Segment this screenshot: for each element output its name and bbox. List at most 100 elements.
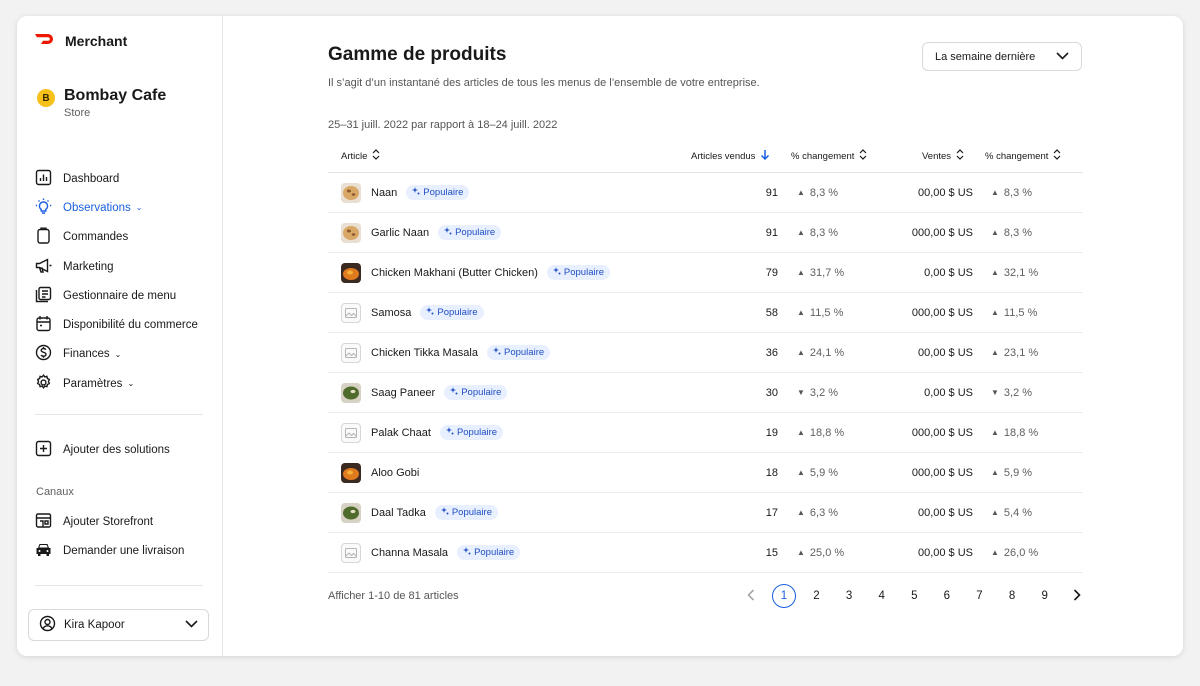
change-value: 6,3 % [809, 506, 839, 519]
sparkle-icon [552, 267, 561, 278]
change-value: 8,3 % [809, 226, 839, 239]
triangle-up-icon: ▲ [991, 228, 999, 237]
change-value: 8,3 % [1003, 186, 1033, 199]
sparkle-icon [445, 427, 454, 438]
column-header-sold[interactable]: Articles vendus [691, 149, 770, 163]
triangle-up-icon: ▲ [991, 308, 999, 317]
store-switcher[interactable]: B Bombay Cafe Store [37, 86, 166, 120]
change-value: 18,8 % [809, 426, 845, 439]
previous-page-button[interactable] [735, 583, 768, 609]
item-name: Saag Paneer [371, 386, 436, 399]
sidebar-item-add-storefront[interactable]: Ajouter Storefront [35, 507, 205, 536]
triangle-up-icon: ▲ [797, 468, 805, 477]
sidebar-item-menu-manager[interactable]: Gestionnaire de menu [35, 281, 205, 310]
table-row[interactable]: Channa Masala Populaire 15 ▲ 25,0 % 00,00 $ U… [328, 533, 1083, 573]
change-value: 5,9 % [809, 466, 839, 479]
sidebar-item-settings[interactable]: Paramètres ⌄ [35, 369, 205, 398]
sparkle-icon [450, 387, 458, 398]
plus-square-icon [35, 440, 52, 460]
sort-icon [956, 149, 964, 163]
page-8-button[interactable]: 8 [996, 583, 1029, 609]
sold-change-cell: ▲ 31,7 % [797, 253, 844, 292]
page-5-button[interactable]: 5 [898, 583, 931, 609]
pagination: 1 2 3 4 5 6 7 8 9 [735, 583, 1094, 609]
table-row[interactable]: Chicken Makhani (Butter Chicken) Populair… [328, 253, 1083, 293]
sales-change-cell: ▲ 11,5 % [991, 293, 1037, 332]
sidebar-item-finances[interactable]: Finances ⌄ [35, 340, 205, 369]
sold-cell: 30 [765, 386, 778, 399]
sidebar-item-label: Demander une livraison [63, 544, 185, 557]
calendar-icon [35, 315, 52, 335]
table-row[interactable]: Saag Paneer Populaire 30 ▼ 3,2 % 0,00 $ US ▼ 3,… [328, 373, 1083, 413]
car-icon [35, 541, 52, 561]
page-6-button[interactable]: 6 [931, 583, 964, 609]
sidebar-item-observations[interactable]: Observations ⌄ [35, 193, 205, 222]
chevron-down-icon [1056, 51, 1069, 63]
article-cell: Chicken Tikka Masala Populaire [341, 333, 551, 372]
table-row[interactable]: Garlic Naan Populaire 91 ▲ 8,3 % 000,00 $ US ▲… [328, 213, 1083, 253]
megaphone-icon [35, 257, 52, 277]
article-cell: Channa Masala Populaire [341, 533, 521, 572]
table-body: Naan Populaire 91 ▲ 8,3 % 00,00 $ US ▲ 8,3 % Gar… [328, 173, 1083, 573]
sidebar-item-dashboard[interactable]: Dashboard [35, 164, 205, 193]
sales-change-cell: ▲ 5,4 % [991, 493, 1032, 532]
table-row[interactable]: Aloo Gobi 18 ▲ 5,9 % 000,00 $ US ▲ 5,9 % [328, 453, 1083, 493]
sidebar-item-store-availability[interactable]: Disponibilité du commerce [35, 310, 205, 339]
store-name: Bombay Cafe [64, 87, 167, 104]
badge-label: Populaire [461, 387, 502, 398]
page-3-button[interactable]: 3 [833, 583, 866, 609]
sparkle-icon [444, 227, 452, 238]
period-dropdown[interactable]: La semaine dernière [922, 42, 1082, 71]
article-cell: Naan Populaire [341, 173, 470, 212]
chevron-down-icon: ⌄ [135, 203, 143, 213]
table-row[interactable]: Naan Populaire 91 ▲ 8,3 % 00,00 $ US ▲ 8,3 % [328, 173, 1083, 213]
column-header-sales[interactable]: Ventes [922, 149, 964, 163]
sold-change-cell: ▼ 3,2 % [797, 373, 838, 412]
page-number: 3 [845, 590, 853, 602]
store-avatar: B [37, 89, 55, 107]
page-2-button[interactable]: 2 [800, 583, 833, 609]
page-7-button[interactable]: 7 [963, 583, 996, 609]
table-row[interactable]: Samosa Populaire 58 ▲ 11,5 % 000,00 $ US ▲ 11,5… [328, 293, 1083, 333]
sales-change-cell: ▲ 23,1 % [991, 333, 1038, 372]
triangle-up-icon: ▲ [991, 548, 999, 557]
triangle-up-icon: ▲ [797, 348, 805, 357]
page-subtitle: Il s’agit d’un instantané des articles d… [328, 77, 760, 89]
sidebar-item-commandes[interactable]: Commandes [35, 223, 205, 252]
brand-logo[interactable]: Merchant [34, 32, 127, 50]
page-9-button[interactable]: 9 [1028, 583, 1061, 609]
table-header: Article Articles vendus % changement Ven… [328, 138, 1083, 173]
article-cell: Palak Chaat Populaire [341, 413, 504, 452]
gear-icon [35, 373, 52, 394]
table-row[interactable]: Chicken Tikka Masala Populaire 36 ▲ 24,1 % 00… [328, 333, 1083, 373]
sidebar-item-label: Observations [63, 201, 131, 214]
item-thumbnail [341, 462, 361, 483]
next-page-button[interactable] [1061, 583, 1094, 609]
page-1-button[interactable]: 1 [768, 583, 801, 609]
column-header-change-sales[interactable]: % changement [985, 149, 1061, 163]
article-cell: Saag Paneer Populaire [341, 373, 508, 412]
chevron-left-icon [747, 588, 755, 604]
user-menu[interactable]: Kira Kapoor [28, 609, 209, 641]
date-range: 25–31 juill. 2022 par rapport à 18–24 ju… [328, 119, 558, 131]
add-solutions-button[interactable]: Ajouter des solutions [35, 435, 205, 464]
add-solutions-label: Ajouter des solutions [63, 443, 170, 456]
sparkle-icon [493, 347, 501, 358]
sidebar-item-marketing[interactable]: Marketing [35, 252, 205, 281]
product-table: Article Articles vendus % changement Ven… [328, 138, 1083, 573]
column-header-article[interactable]: Article [341, 149, 380, 163]
sidebar-item-label: Marketing [63, 260, 114, 273]
article-cell: Aloo Gobi [341, 453, 419, 492]
column-header-change-sold[interactable]: % changement [791, 149, 867, 163]
table-row[interactable]: Daal Tadka Populaire 17 ▲ 6,3 % 00,00 $ US ▲ 5,… [328, 493, 1083, 533]
sold-cell: 17 [765, 506, 778, 519]
sales-change-cell: ▲ 26,0 % [991, 533, 1038, 572]
doordash-logo-icon [34, 32, 56, 50]
page-4-button[interactable]: 4 [865, 583, 898, 609]
table-row[interactable]: Palak Chaat Populaire 19 ▲ 18,8 % 000,00 $ US… [328, 413, 1083, 453]
sidebar-item-request-delivery[interactable]: Demander une livraison [35, 536, 205, 565]
triangle-up-icon: ▲ [991, 428, 999, 437]
sales-change-cell: ▲ 8,3 % [991, 173, 1032, 212]
page-title: Gamme de produits [328, 44, 507, 65]
item-thumbnail [341, 182, 361, 203]
